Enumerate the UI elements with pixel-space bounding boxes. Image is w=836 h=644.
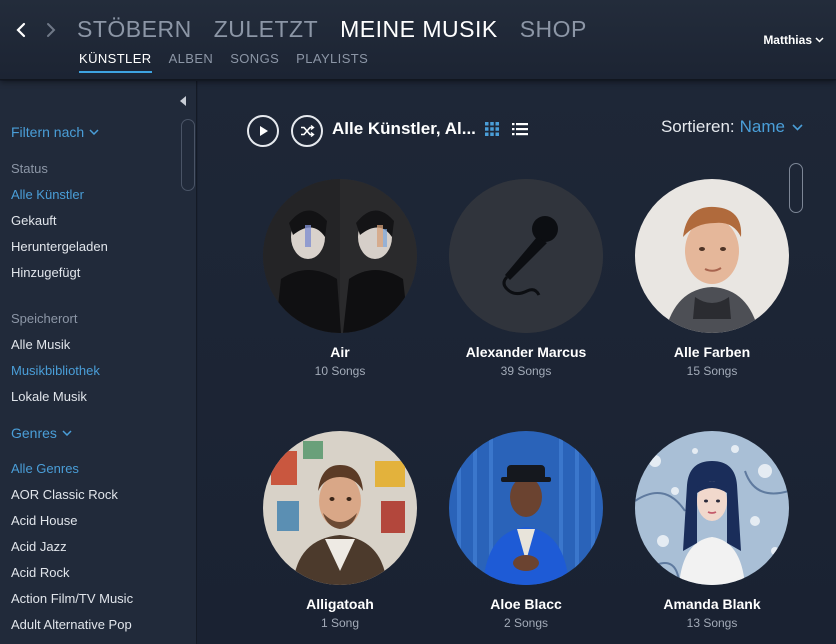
artist-song-count: 10 Songs <box>314 364 366 378</box>
artist-name: Aloe Blacc <box>490 596 562 612</box>
artist-song-count: 1 Song <box>320 616 360 630</box>
play-all-button[interactable] <box>247 115 279 147</box>
location-heading: Speicherort <box>11 311 78 326</box>
sidebar-item-genre[interactable]: Action Film/TV Music <box>11 591 133 606</box>
sidebar-item-musikbibliothek[interactable]: Musikbibliothek <box>11 363 100 378</box>
subtab-alben[interactable]: ALBEN <box>169 51 214 73</box>
tab-stoebern[interactable]: STÖBERN <box>77 16 192 43</box>
artist-song-count: 13 Songs <box>686 616 738 630</box>
artist-name: Air <box>330 344 350 360</box>
sidebar-item-gekauft[interactable]: Gekauft <box>11 213 57 228</box>
sidebar-item-alle-genres[interactable]: Alle Genres <box>11 461 79 476</box>
alle-farben-photo <box>635 179 789 333</box>
sidebar-item-genre[interactable]: AOR Classic Rock <box>11 487 118 502</box>
artist-song-count: 15 Songs <box>686 364 738 378</box>
collapse-sidebar-icon[interactable] <box>178 95 188 107</box>
microphone-placeholder-icon <box>449 179 603 333</box>
chevron-right-icon <box>47 23 56 37</box>
filter-sidebar: Filtern nach Status Alle Künstler Gekauf… <box>0 81 197 644</box>
artist-image <box>635 431 789 585</box>
subtab-playlists[interactable]: PLAYLISTS <box>296 51 368 73</box>
chevron-left-icon <box>16 22 26 38</box>
artist-image <box>449 431 603 585</box>
play-icon <box>260 126 268 136</box>
aloe-blacc-photo <box>449 431 603 585</box>
artist-name: Amanda Blank <box>663 596 761 612</box>
chevron-down-icon <box>792 123 803 131</box>
top-navigation-bar: STÖBERN ZULETZT MEINE MUSIK SHOP KÜNSTLE… <box>0 0 836 80</box>
main-tabs: STÖBERN ZULETZT MEINE MUSIK SHOP <box>77 16 587 43</box>
subtab-kuenstler[interactable]: KÜNSTLER <box>79 51 152 73</box>
sidebar-item-hinzugefuegt[interactable]: Hinzugefügt <box>11 265 80 280</box>
sort-dropdown[interactable]: Sortieren: Name <box>661 117 803 137</box>
subtab-songs[interactable]: SONGS <box>230 51 279 73</box>
grid-view-icon[interactable] <box>485 122 499 136</box>
genres-title: Genres <box>11 425 57 441</box>
forward-button[interactable] <box>40 17 62 43</box>
artist-image <box>635 179 789 333</box>
user-name: Matthias <box>763 33 812 47</box>
sort-value: Name <box>739 117 785 136</box>
back-button[interactable] <box>10 17 32 43</box>
alligatoah-photo <box>263 431 417 585</box>
sidebar-item-lokale-musik[interactable]: Lokale Musik <box>11 389 87 404</box>
chevron-down-icon <box>89 129 99 135</box>
artist-card[interactable]: Amanda Blank 13 Songs <box>622 431 802 630</box>
shuffle-icon <box>301 124 315 138</box>
sidebar-item-genre[interactable]: Adult Alternative Pop <box>11 617 132 632</box>
artist-image <box>263 179 417 333</box>
filter-dropdown[interactable]: Filtern nach <box>11 124 99 140</box>
air-duo-photo <box>263 179 417 333</box>
shuffle-button[interactable] <box>291 115 323 147</box>
sidebar-item-genre[interactable]: Acid Rock <box>11 565 70 580</box>
sub-tabs: KÜNSTLER ALBEN SONGS PLAYLISTS <box>79 51 368 73</box>
sidebar-item-genre[interactable]: Acid Jazz <box>11 539 67 554</box>
tab-shop[interactable]: SHOP <box>520 16 587 43</box>
artist-image <box>263 431 417 585</box>
sort-label: Sortieren: <box>660 117 735 136</box>
sidebar-item-alle-kuenstler[interactable]: Alle Künstler <box>11 187 84 202</box>
tab-zuletzt[interactable]: ZULETZT <box>214 16 318 43</box>
artist-card[interactable]: Aloe Blacc 2 Songs <box>436 431 616 630</box>
view-title: Alle Künstler, Al... <box>332 119 476 138</box>
chevron-down-icon <box>62 430 72 436</box>
chevron-down-icon <box>815 37 824 43</box>
artist-card[interactable]: Alle Farben 15 Songs <box>622 179 802 378</box>
sidebar-item-alle-musik[interactable]: Alle Musik <box>11 337 70 352</box>
status-heading: Status <box>11 161 48 176</box>
artist-name: Alle Farben <box>673 344 751 360</box>
list-view-icon[interactable] <box>512 122 528 136</box>
sidebar-scrollbar[interactable] <box>181 119 195 191</box>
tab-meine-musik[interactable]: MEINE MUSIK <box>340 16 498 43</box>
artist-name: Alligatoah <box>306 596 374 612</box>
amanda-blank-photo <box>635 431 789 585</box>
artist-card[interactable]: Alexander Marcus 39 Songs <box>436 179 616 378</box>
sidebar-item-genre[interactable]: Acid House <box>11 513 77 528</box>
artist-image <box>449 179 603 333</box>
artist-name: Alexander Marcus <box>465 344 587 360</box>
genres-dropdown[interactable]: Genres <box>11 425 72 441</box>
artist-song-count: 39 Songs <box>500 364 552 378</box>
user-menu[interactable]: Matthias <box>763 33 824 47</box>
sidebar-item-heruntergeladen[interactable]: Heruntergeladen <box>11 239 108 254</box>
filter-title: Filtern nach <box>11 124 85 140</box>
artist-song-count: 2 Songs <box>503 616 549 630</box>
artist-content: Alle Künstler, Al... Sortieren: Name Air… <box>198 81 836 644</box>
artist-card[interactable]: Air 10 Songs <box>250 179 430 378</box>
artist-card[interactable]: Alligatoah 1 Song <box>250 431 430 630</box>
